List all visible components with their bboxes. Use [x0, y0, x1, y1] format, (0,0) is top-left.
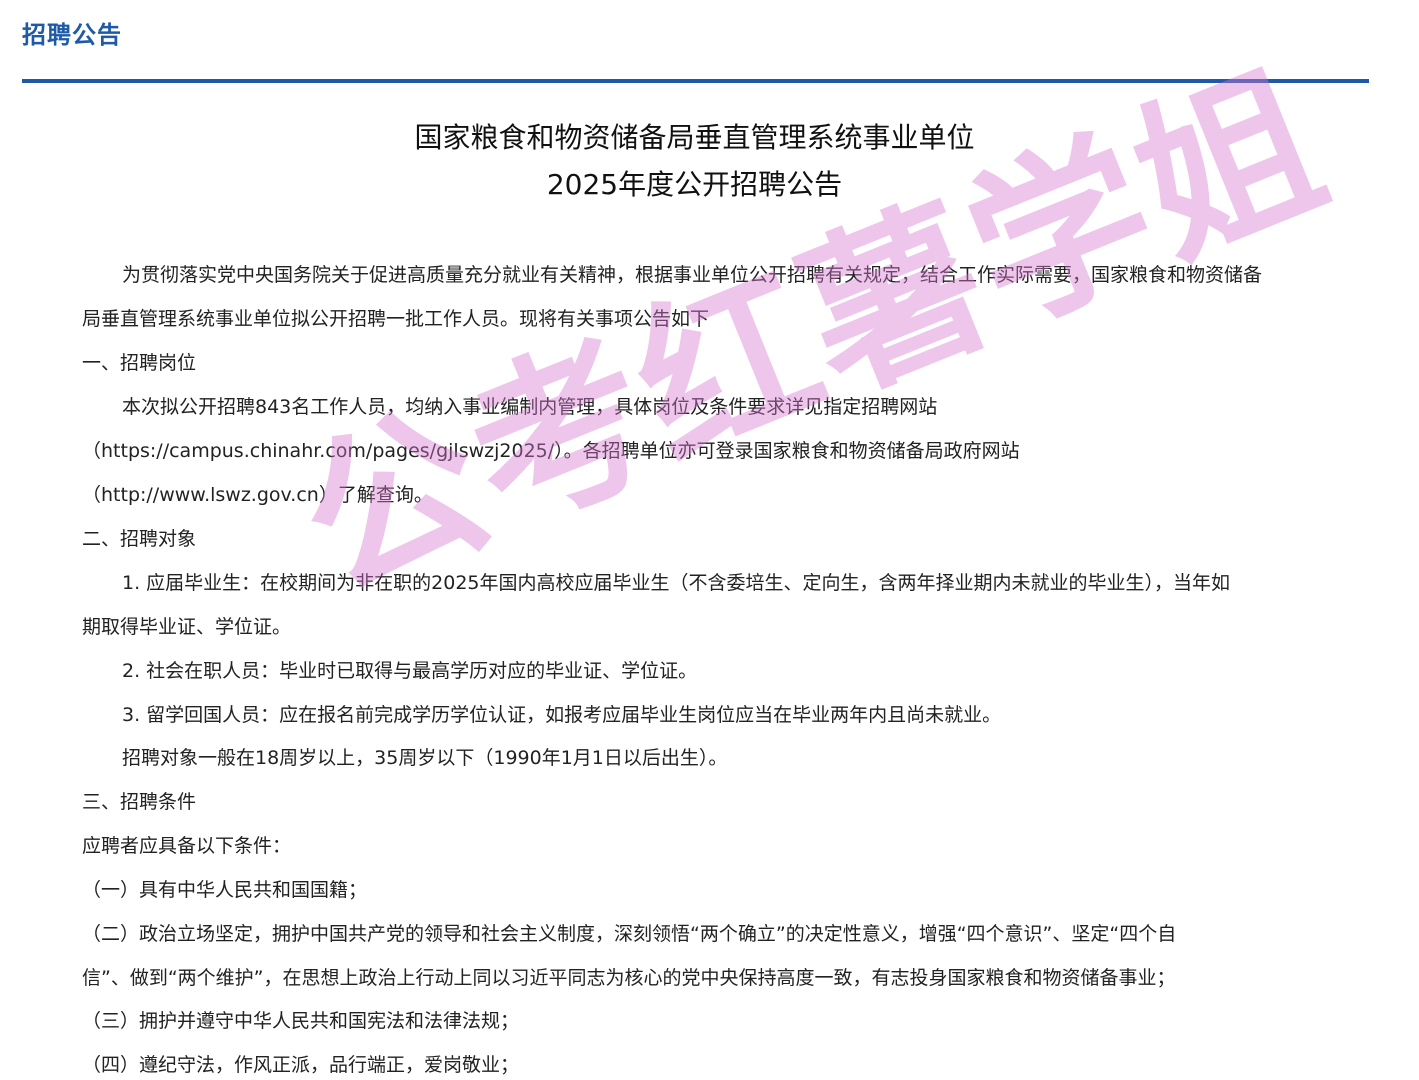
applicants-item-1-line-2: 期取得毕业证、学位证。	[82, 616, 292, 638]
condition-item-4: （四）遵纪守法，作风正派，品行端正，爱岗敬业；	[82, 1054, 520, 1076]
positions-paragraph-line-3: （http://www.lswz.gov.cn）了解查询。	[82, 484, 433, 506]
header-divider	[22, 79, 1369, 83]
condition-item-2-line-1: （二）政治立场坚定，拥护中国共产党的领导和社会主义制度，深刻领悟“两个确立”的决…	[82, 923, 1177, 945]
document-title-line-2: 2025年度公开招聘公告	[546, 168, 843, 201]
applicants-age-requirement: 招聘对象一般在18周岁以上，35周岁以下（1990年1月1日以后出生）。	[122, 747, 728, 769]
condition-item-1: （一）具有中华人民共和国国籍；	[82, 879, 368, 901]
section-heading-applicants: 二、招聘对象	[82, 528, 197, 550]
condition-item-2-line-2: 信”、做到“两个维护”，在思想上政治上行动上同以习近平同志为核心的党中央保持高度…	[82, 967, 1176, 989]
section-heading-positions: 一、招聘岗位	[82, 352, 197, 374]
document-title-line-1: 国家粮食和物资储备局垂直管理系统事业单位	[414, 121, 975, 154]
section-heading-conditions: 三、招聘条件	[82, 791, 197, 813]
applicants-item-2: 2. 社会在职人员：毕业时已取得与最高学历对应的毕业证、学位证。	[122, 660, 698, 682]
condition-item-3: （三）拥护并遵守中华人民共和国宪法和法律法规；	[82, 1010, 520, 1032]
page-header-title: 招聘公告	[22, 21, 122, 49]
applicants-item-1-line-1: 1. 应届毕业生：在校期间为非在职的2025年国内高校应届毕业生（不含委培生、定…	[122, 572, 1231, 594]
positions-paragraph-line-2: （https://campus.chinahr.com/pages/gjlswz…	[82, 440, 1020, 462]
intro-paragraph-line-1: 为贯彻落实党中央国务院关于促进高质量充分就业有关精神，根据事业单位公开招聘有关规…	[122, 264, 1263, 286]
conditions-intro: 应聘者应具备以下条件：	[82, 835, 292, 857]
intro-paragraph-line-2: 局垂直管理系统事业单位拟公开招聘一批工作人员。现将有关事项公告如下	[82, 308, 710, 330]
applicants-item-3: 3. 留学回国人员：应在报名前完成学历学位认证，如报考应届毕业生岗位应当在毕业两…	[122, 704, 1002, 726]
positions-paragraph-line-1: 本次拟公开招聘843名工作人员，均纳入事业编制内管理，具体岗位及条件要求详见指定…	[122, 396, 938, 418]
